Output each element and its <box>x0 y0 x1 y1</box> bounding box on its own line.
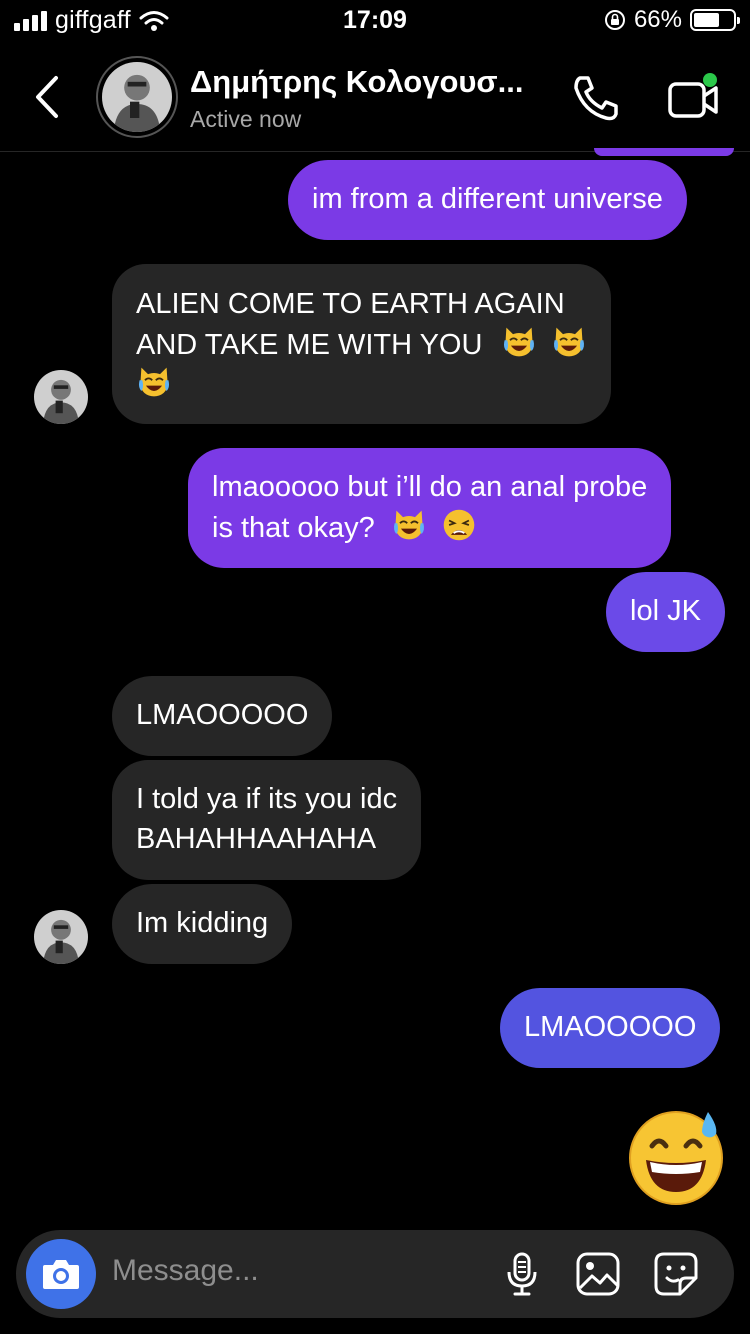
message-text-line1: lmaooooo but i’ll do an anal probe <box>212 471 648 503</box>
video-call-icon[interactable] <box>664 70 724 126</box>
battery-level <box>694 13 720 27</box>
message-composer <box>16 1230 734 1318</box>
microphone-icon[interactable] <box>498 1250 546 1298</box>
message-outgoing[interactable]: im from a different universe <box>288 160 687 240</box>
contact-avatar-image <box>102 62 172 132</box>
message-outgoing[interactable]: lmaooooo but i’ll do an anal probe is th… <box>188 448 672 568</box>
cat-tears-of-joy-emoji <box>136 364 172 400</box>
message-incoming[interactable]: I told ya if its you idc BAHAHHAAHAHA <box>112 760 422 880</box>
message-text: LMAOOOOO <box>524 1011 697 1043</box>
sender-avatar[interactable] <box>34 910 88 964</box>
sender-avatar[interactable] <box>34 370 88 424</box>
message-text-line1: I told ya if its you idc <box>136 783 398 815</box>
message-input[interactable] <box>112 1254 472 1288</box>
orientation-lock-icon <box>604 10 625 30</box>
battery-percentage: 66% <box>633 6 682 33</box>
phone-call-icon[interactable] <box>570 72 622 124</box>
message-incoming[interactable]: LMAOOOOO <box>112 676 333 756</box>
contact-avatar[interactable] <box>96 56 178 138</box>
camera-icon <box>43 1260 79 1289</box>
message-outgoing[interactable]: lol JK <box>606 572 725 652</box>
contact-status: Active now <box>190 106 302 132</box>
message-text: lol JK <box>630 595 701 627</box>
message-incoming[interactable]: ALIEN COME TO EARTH AGAIN AND TAKE ME WI… <box>112 264 611 424</box>
grinning-sweat-emoji[interactable] <box>626 1106 726 1206</box>
chat-header: Δημήτρης Κολογουσ... Active now <box>0 42 750 152</box>
cat-tears-of-joy-emoji <box>501 324 537 360</box>
sticker-icon[interactable] <box>652 1250 700 1298</box>
message-text-line2: AND TAKE ME WITH YOU <box>136 329 483 361</box>
weary-face-emoji <box>441 507 477 543</box>
cat-tears-of-joy-emoji <box>391 507 427 543</box>
back-chevron-icon[interactable] <box>28 72 68 122</box>
instagram-dm-screen: giffgaff 17:09 66% Δημήτρης Κολογουσ... … <box>0 0 750 1334</box>
message-text: LMAOOOOO <box>136 699 309 731</box>
message-text-line1: ALIEN COME TO EARTH AGAIN <box>136 288 565 320</box>
status-right: 66% <box>604 6 740 34</box>
previous-message-edge <box>594 148 734 156</box>
contact-name[interactable]: Δημήτρης Κολογουσ... <box>190 64 523 100</box>
message-text: Im kidding <box>136 907 269 939</box>
message-incoming[interactable]: Im kidding <box>112 884 293 964</box>
message-text-line2: is that okay? <box>212 512 375 544</box>
cat-tears-of-joy-emoji <box>551 324 587 360</box>
battery-icon <box>690 9 740 31</box>
message-outgoing[interactable]: LMAOOOOO <box>500 988 721 1068</box>
message-text-line2: BAHAHHAAHAHA <box>136 823 377 855</box>
online-indicator <box>703 73 717 87</box>
camera-button[interactable] <box>26 1239 96 1309</box>
gallery-image-icon[interactable] <box>574 1250 622 1298</box>
message-text: im from a different universe <box>312 183 663 215</box>
status-bar: giffgaff 17:09 66% <box>0 0 750 42</box>
